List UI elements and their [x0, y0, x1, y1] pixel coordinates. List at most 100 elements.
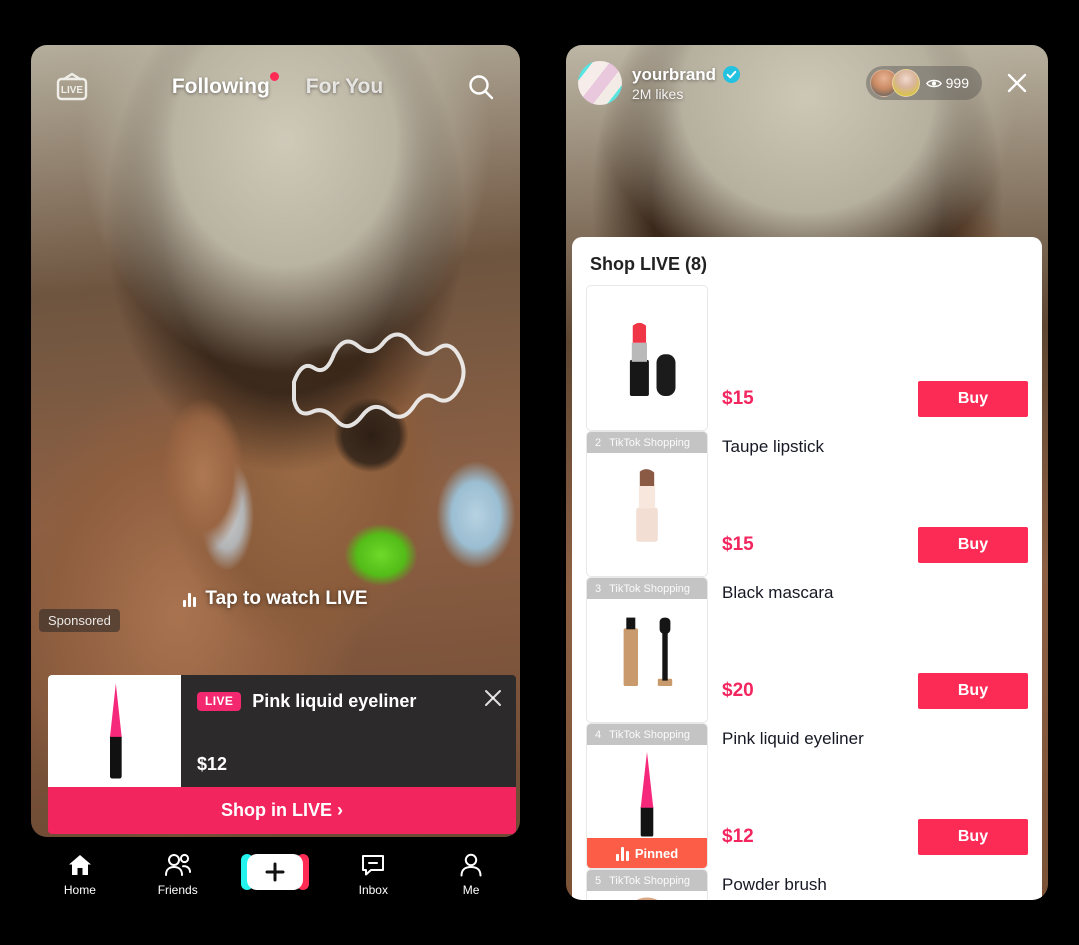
product-ad-body: LIVE Pink liquid eyeliner $12 [48, 675, 516, 787]
brand-avatar[interactable] [578, 61, 622, 105]
product-rank-badge: 4 TikTok Shopping [587, 724, 707, 745]
tap-to-watch-live-overlay[interactable]: Tap to watch LIVE [31, 588, 520, 610]
tab-create[interactable] [227, 853, 325, 895]
tab-me[interactable]: Me [422, 852, 520, 897]
screenshot-root: LIVE Following For You Tap to watch LIVE… [0, 0, 1079, 945]
product-rank-number: 4 [595, 728, 602, 741]
powder-brush-image[interactable]: 5 TikTok Shopping [586, 869, 708, 900]
pink-liquid-eyeliner-image[interactable]: 4 TikTok Shopping Pinned [586, 723, 708, 869]
product-name: Taupe lipstick [722, 437, 825, 456]
brand-likes: 2M likes [632, 85, 684, 102]
tab-following-notification-dot [269, 72, 279, 81]
pinned-badge: Pinned [587, 838, 707, 868]
search-icon[interactable] [466, 72, 496, 102]
tab-inbox[interactable]: Inbox [324, 852, 422, 897]
product-shop-label: TikTok Shopping [609, 582, 691, 595]
pin-bars-icon [615, 845, 629, 861]
buy-button[interactable]: Buy [918, 819, 1028, 855]
live-stream-header: yourbrand 2M likes 999 [566, 45, 1048, 121]
product-info: $15 Buy [722, 285, 1028, 431]
brand-name: yourbrand [632, 64, 717, 84]
product-row[interactable]: $15 Buy [586, 285, 1028, 431]
pink-liquid-eyeliner-image[interactable] [48, 675, 181, 787]
product-info: Powder brush [722, 869, 1028, 900]
product-ad-title: Pink liquid eyeliner [252, 691, 417, 711]
product-row[interactable]: 2 TikTok Shopping Taupe lipstick $15 Buy [586, 431, 1028, 577]
phone-right-live-shop: yourbrand 2M likes 999 Shop LIVE (8) $15… [566, 45, 1048, 900]
product-price: $20 [722, 680, 754, 701]
product-ad-title-row: LIVE Pink liquid eyeliner [197, 691, 500, 712]
friends-icon [164, 853, 191, 876]
product-row[interactable]: 4 TikTok Shopping Pinned Pink liquid eye… [586, 723, 1028, 869]
brand-meta: yourbrand 2M likes [632, 64, 741, 102]
product-rank-badge: 5 TikTok Shopping [587, 870, 707, 891]
svg-text:LIVE: LIVE [61, 85, 84, 96]
home-icon [68, 854, 91, 875]
product-info: Black mascara $20 Buy [722, 577, 1028, 723]
pinned-label: Pinned [634, 845, 679, 861]
product-shop-label: TikTok Shopping [609, 436, 691, 449]
product-shop-label: TikTok Shopping [609, 874, 691, 887]
tab-inbox-label: Inbox [358, 882, 388, 897]
phone-left-feed: LIVE Following For You Tap to watch LIVE… [31, 45, 520, 837]
product-price: $12 [722, 826, 754, 847]
product-name: Pink liquid eyeliner [722, 729, 864, 748]
buy-button[interactable]: Buy [918, 381, 1028, 417]
product-shop-label: TikTok Shopping [609, 728, 691, 741]
product-ad-card[interactable]: LIVE Pink liquid eyeliner $12 Shop in LI… [48, 675, 516, 834]
profile-icon [460, 853, 482, 876]
product-info: Taupe lipstick $15 Buy [722, 431, 1028, 577]
eye-icon [925, 79, 942, 87]
product-rank-number: 3 [595, 582, 602, 595]
sponsored-badge: Sponsored [39, 609, 120, 632]
tab-for-you[interactable]: For You [306, 75, 383, 99]
product-rank-badge: 2 TikTok Shopping [587, 432, 707, 453]
product-footer: $12 Buy [722, 819, 1028, 855]
buy-button[interactable]: Buy [918, 527, 1028, 563]
viewer-count-value: 999 [945, 75, 969, 91]
product-price: $15 [722, 388, 754, 409]
shop-product-list: $15 Buy 2 TikTok Shopping Taupe lipstick… [572, 285, 1042, 900]
product-price: $15 [722, 534, 754, 555]
top-navigation-bar: LIVE Following For You [31, 45, 520, 129]
audio-bars-icon [183, 591, 197, 607]
product-info: Pink liquid eyeliner $12 Buy [722, 723, 1028, 869]
product-row[interactable]: 3 TikTok Shopping Black mascara $20 Buy [586, 577, 1028, 723]
tab-following[interactable]: Following [171, 72, 279, 99]
red-lipstick-image[interactable] [586, 285, 708, 431]
viewer-list[interactable]: 999 [865, 66, 982, 100]
bottom-tab-bar: Home Friends Inbox Me [31, 837, 520, 911]
tab-home-label: Home [63, 882, 96, 897]
shop-live-title: Shop LIVE (8) [590, 254, 707, 274]
product-footer: $15 Buy [722, 381, 1028, 417]
feed-tabs: Following For You [89, 72, 466, 99]
verified-badge-icon [723, 66, 741, 83]
product-rank-number: 5 [595, 874, 602, 887]
tab-me-label: Me [462, 882, 480, 897]
taupe-lipstick-image[interactable]: 2 TikTok Shopping [586, 431, 708, 577]
tab-friends-label: Friends [157, 882, 198, 897]
brand-name-row: yourbrand [632, 64, 741, 85]
viewer-count[interactable]: 999 [914, 75, 978, 91]
live-badge: LIVE [197, 691, 242, 712]
product-footer: $20 Buy [722, 673, 1028, 709]
product-rank-number: 2 [595, 436, 602, 449]
product-footer: $15 Buy [722, 527, 1028, 563]
close-icon[interactable] [1004, 70, 1030, 96]
product-rank-badge: 3 TikTok Shopping [587, 578, 707, 599]
live-tv-icon[interactable]: LIVE [55, 72, 89, 102]
close-icon[interactable] [482, 687, 504, 709]
black-mascara-image[interactable]: 3 TikTok Shopping [586, 577, 708, 723]
tab-following-label: Following [171, 75, 270, 98]
buy-button[interactable]: Buy [918, 673, 1028, 709]
tap-to-watch-label: Tap to watch LIVE [205, 588, 368, 609]
tab-friends[interactable]: Friends [129, 852, 227, 897]
product-name: Black mascara [722, 583, 834, 602]
tab-home[interactable]: Home [31, 852, 129, 897]
shop-in-live-button[interactable]: Shop in LIVE › [48, 787, 516, 834]
product-ad-info: LIVE Pink liquid eyeliner $12 [181, 675, 516, 787]
product-row[interactable]: 5 TikTok Shopping Powder brush [586, 869, 1028, 900]
tab-for-you-label: For You [305, 75, 384, 98]
create-plus-icon[interactable] [241, 853, 310, 890]
product-ad-price: $12 [197, 754, 228, 774]
